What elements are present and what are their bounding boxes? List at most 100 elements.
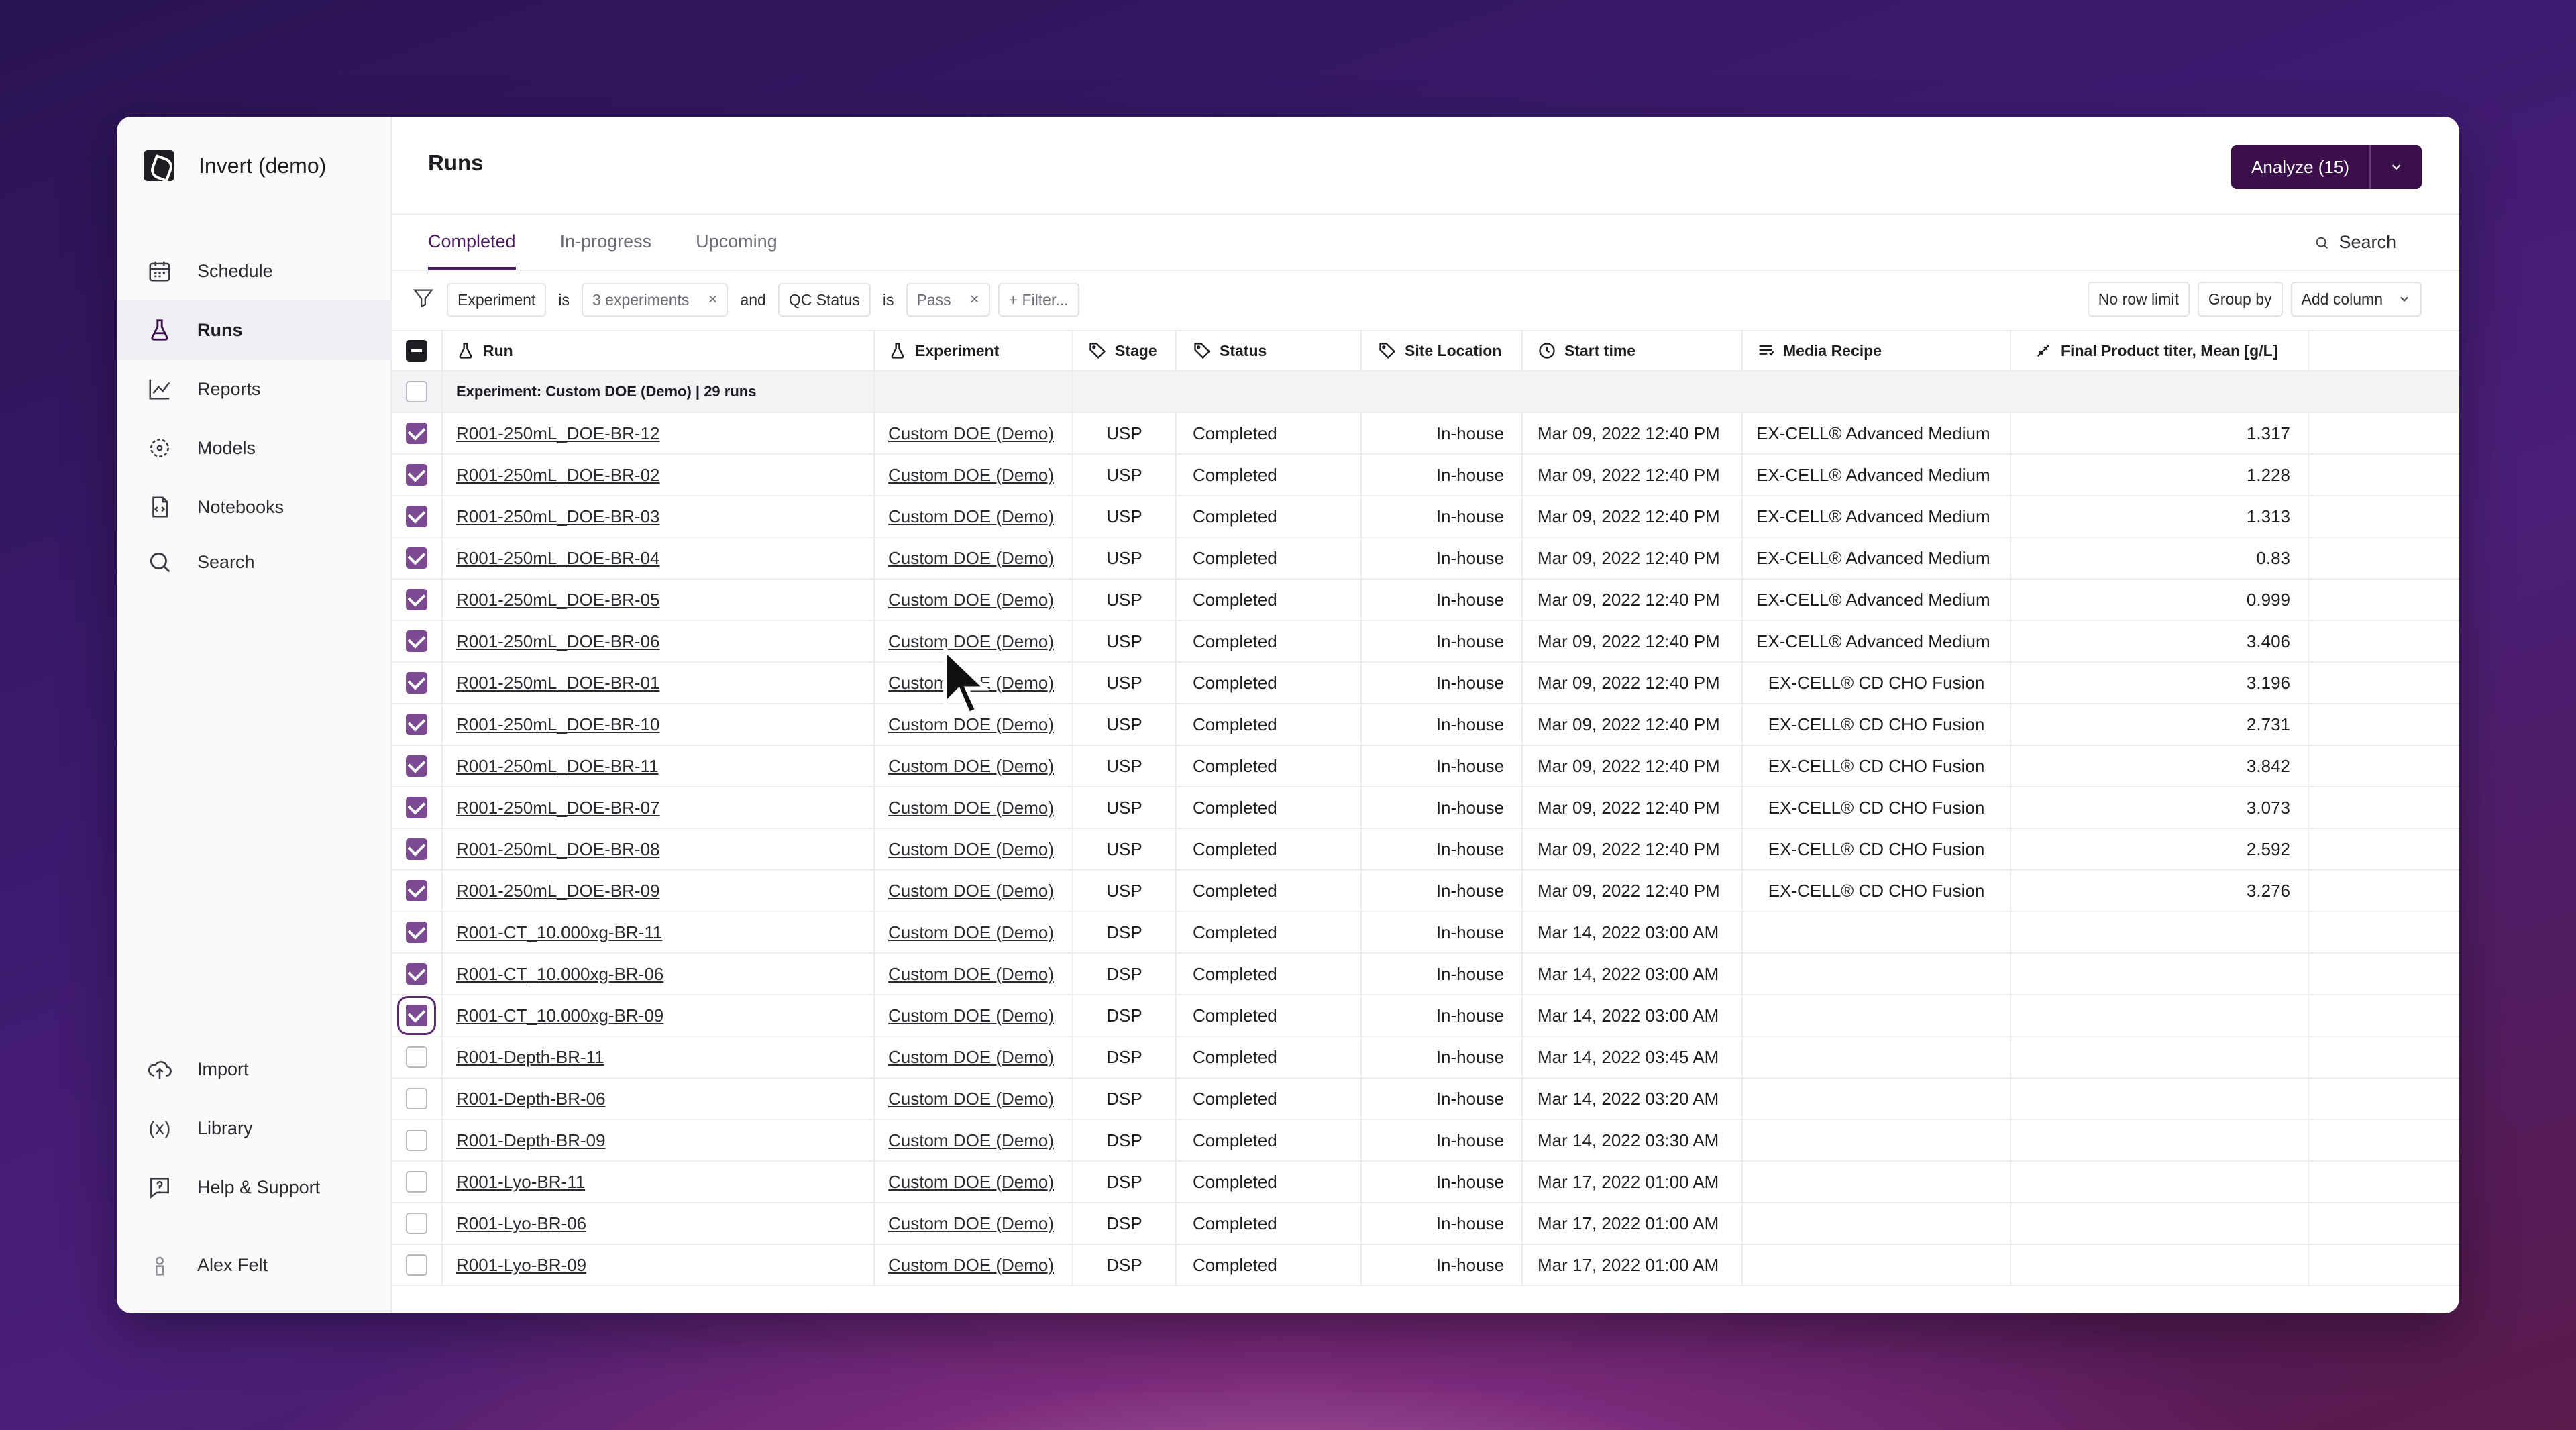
row-checkbox[interactable] [406, 797, 427, 818]
run-link[interactable]: R001-CT_10.000xg-BR-11 [456, 922, 662, 943]
run-link[interactable]: R001-Lyo-BR-11 [456, 1172, 585, 1193]
filter-field-experiment[interactable]: Experiment [447, 283, 547, 317]
row-limit-button[interactable]: No row limit [2087, 282, 2190, 317]
experiment-link[interactable]: Custom DOE (Demo) [888, 922, 1054, 943]
filter-value-pass[interactable]: Pass × [906, 283, 990, 317]
row-checkbox[interactable] [406, 838, 427, 860]
user-profile[interactable]: Alex Felt [117, 1235, 392, 1295]
sidebar-item-reports[interactable]: Reports [117, 360, 392, 419]
row-checkbox[interactable] [406, 547, 427, 569]
tab-completed[interactable]: Completed [428, 213, 516, 270]
experiment-link[interactable]: Custom DOE (Demo) [888, 1047, 1054, 1068]
experiment-link[interactable]: Custom DOE (Demo) [888, 881, 1054, 901]
run-link[interactable]: R001-Depth-BR-09 [456, 1130, 606, 1151]
experiment-link[interactable]: Custom DOE (Demo) [888, 506, 1054, 527]
sidebar-item-notebooks[interactable]: Notebooks [117, 478, 392, 537]
filter-icon[interactable] [408, 286, 439, 313]
add-column-button[interactable]: Add column [2290, 282, 2422, 317]
add-filter-button[interactable]: + Filter... [998, 283, 1079, 317]
experiment-link[interactable]: Custom DOE (Demo) [888, 1255, 1054, 1276]
column-header-status[interactable]: Status [1177, 331, 1362, 370]
analyze-dropdown-button[interactable] [2371, 145, 2422, 189]
row-checkbox[interactable] [406, 1171, 427, 1193]
experiment-link[interactable]: Custom DOE (Demo) [888, 423, 1054, 444]
row-checkbox[interactable] [406, 922, 427, 943]
run-link[interactable]: R001-Depth-BR-06 [456, 1089, 606, 1109]
row-checkbox[interactable] [406, 1213, 427, 1234]
run-link[interactable]: R001-250mL_DOE-BR-08 [456, 839, 659, 860]
sidebar-item-import[interactable]: Import [117, 1040, 392, 1099]
row-checkbox[interactable] [406, 1130, 427, 1151]
run-link[interactable]: R001-250mL_DOE-BR-05 [456, 590, 659, 610]
table-row[interactable]: R001-250mL_DOE-BR-12 Custom DOE (Demo) USP… [392, 413, 2459, 455]
brand[interactable]: Invert (demo) [144, 150, 326, 181]
table-row[interactable]: R001-250mL_DOE-BR-06 Custom DOE (Demo) USP… [392, 621, 2459, 663]
row-checkbox[interactable] [406, 630, 427, 652]
experiment-link[interactable]: Custom DOE (Demo) [888, 590, 1054, 610]
table-row[interactable]: R001-250mL_DOE-BR-04 Custom DOE (Demo) USP… [392, 538, 2459, 580]
filter-field-qc-status[interactable]: QC Status [777, 283, 871, 317]
experiment-link[interactable]: Custom DOE (Demo) [888, 964, 1054, 985]
row-checkbox[interactable] [406, 755, 427, 777]
table-row[interactable]: R001-250mL_DOE-BR-09 Custom DOE (Demo) USP… [392, 871, 2459, 912]
sidebar-item-schedule[interactable]: Schedule [117, 241, 392, 300]
table-row[interactable]: R001-CT_10.000xg-BR-06 Custom DOE (Demo) D… [392, 954, 2459, 995]
sidebar-item-models[interactable]: Models [117, 419, 392, 478]
table-row[interactable]: R001-250mL_DOE-BR-07 Custom DOE (Demo) USP… [392, 787, 2459, 829]
close-icon[interactable]: × [970, 290, 979, 309]
run-link[interactable]: R001-CT_10.000xg-BR-09 [456, 1005, 663, 1026]
run-link[interactable]: R001-250mL_DOE-BR-09 [456, 881, 659, 901]
table-row[interactable]: R001-250mL_DOE-BR-05 Custom DOE (Demo) USP… [392, 580, 2459, 621]
sidebar-item-help[interactable]: Help & Support [117, 1158, 392, 1217]
table-row[interactable]: R001-Depth-BR-09 Custom DOE (Demo) DSP Comp… [392, 1120, 2459, 1162]
table-row[interactable]: R001-Lyo-BR-11 Custom DOE (Demo) DSP Comple… [392, 1162, 2459, 1203]
row-checkbox[interactable] [406, 1254, 427, 1276]
column-header-final-product-titer[interactable]: Final Product titer, Mean [g/L] [2011, 331, 2309, 370]
run-link[interactable]: R001-Lyo-BR-06 [456, 1213, 586, 1234]
run-link[interactable]: R001-250mL_DOE-BR-04 [456, 548, 659, 569]
tab-upcoming[interactable]: Upcoming [696, 213, 777, 270]
analyze-button[interactable]: Analyze (15) [2231, 145, 2371, 189]
column-header-site-location[interactable]: Site Location [1362, 331, 1523, 370]
run-link[interactable]: R001-250mL_DOE-BR-11 [456, 756, 659, 777]
row-checkbox[interactable] [406, 464, 427, 486]
table-row[interactable]: R001-250mL_DOE-BR-11 Custom DOE (Demo) USP… [392, 746, 2459, 787]
row-checkbox[interactable] [406, 672, 427, 694]
run-link[interactable]: R001-250mL_DOE-BR-02 [456, 465, 659, 486]
experiment-link[interactable]: Custom DOE (Demo) [888, 839, 1054, 860]
search-button[interactable]: Search [2314, 232, 2396, 253]
row-checkbox[interactable] [406, 714, 427, 735]
table-row[interactable]: R001-CT_10.000xg-BR-09 Custom DOE (Demo) D… [392, 995, 2459, 1037]
experiment-link[interactable]: Custom DOE (Demo) [888, 1130, 1054, 1151]
sidebar-item-library[interactable]: (x) Library [117, 1099, 392, 1158]
table-row[interactable]: R001-Lyo-BR-09 Custom DOE (Demo) DSP Comple… [392, 1245, 2459, 1286]
group-by-button[interactable]: Group by [2197, 282, 2283, 317]
experiment-link[interactable]: Custom DOE (Demo) [888, 465, 1054, 486]
column-header-start-time[interactable]: Start time [1523, 331, 1743, 370]
select-all-checkbox[interactable] [406, 340, 427, 362]
experiment-link[interactable]: Custom DOE (Demo) [888, 1005, 1054, 1026]
table-row[interactable]: R001-250mL_DOE-BR-01Custom DOE (Demo)USP… [392, 663, 2459, 704]
experiment-link[interactable]: Custom DOE (Demo) [888, 1172, 1054, 1193]
row-checkbox[interactable] [406, 506, 427, 527]
filter-value-experiments[interactable]: 3 experiments × [581, 283, 729, 317]
row-checkbox[interactable] [397, 996, 436, 1035]
table-row[interactable]: R001-CT_10.000xg-BR-11 Custom DOE (Demo) D… [392, 912, 2459, 954]
table-row[interactable]: R001-Lyo-BR-06 Custom DOE (Demo) DSP Comple… [392, 1203, 2459, 1245]
experiment-link[interactable]: Custom DOE (Demo) [888, 1089, 1054, 1109]
run-link[interactable]: R001-250mL_DOE-BR-12 [456, 423, 659, 444]
run-link[interactable]: R001-CT_10.000xg-BR-06 [456, 964, 663, 985]
sidebar-item-runs[interactable]: Runs [117, 300, 392, 360]
filter-operator[interactable]: is [554, 291, 574, 309]
row-checkbox[interactable] [406, 423, 427, 444]
experiment-link[interactable]: Custom DOE (Demo) [888, 1213, 1054, 1234]
run-link[interactable]: R001-Depth-BR-11 [456, 1047, 604, 1068]
row-checkbox[interactable] [406, 1088, 427, 1109]
run-link[interactable]: R001-Lyo-BR-09 [456, 1255, 586, 1276]
run-link[interactable]: R001-250mL_DOE-BR-01 [456, 673, 659, 694]
experiment-link[interactable]: Custom DOE (Demo) [888, 548, 1054, 569]
column-header-run[interactable]: Run [443, 331, 875, 370]
row-checkbox[interactable] [406, 963, 427, 985]
row-checkbox[interactable] [406, 589, 427, 610]
table-row[interactable]: R001-Depth-BR-11 Custom DOE (Demo) DSP Comp… [392, 1037, 2459, 1079]
